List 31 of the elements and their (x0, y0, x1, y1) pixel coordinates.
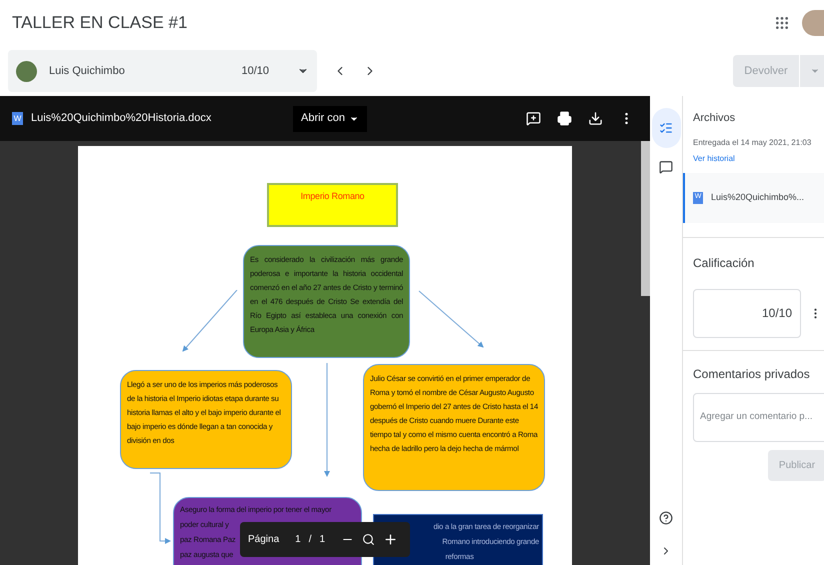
arrow (182, 290, 238, 352)
apps-icon[interactable] (774, 15, 790, 31)
page-separator: / (308, 533, 312, 547)
page-number: 1 (295, 533, 301, 547)
comments-heading: Comentarios privados (693, 366, 811, 382)
page-total: 1 (319, 533, 326, 547)
help-icon[interactable] (659, 511, 673, 525)
zoom-icon[interactable] (362, 533, 376, 546)
file-name: Luis%20Quichimbo%20Historia.docx (31, 111, 212, 126)
diagram-node: Imperio Romano (267, 183, 398, 227)
comment-field[interactable]: Agregar un comentario p... (693, 392, 824, 442)
arrow (418, 290, 484, 348)
files-heading: Archivos (693, 111, 736, 126)
arrow (150, 472, 171, 544)
history-link[interactable]: Ver historial (693, 152, 824, 164)
download-icon[interactable] (588, 111, 603, 126)
files-tab-icon[interactable] (652, 108, 680, 148)
scrollbar[interactable] (641, 141, 650, 296)
add-comment-icon[interactable] (526, 111, 541, 126)
submitted-date: Entregada el 14 may 2021, 21:03 (693, 136, 812, 148)
avatar-icon (16, 60, 37, 82)
student-selector[interactable]: Luis Quichimbo 10/10 (8, 50, 317, 92)
open-with-button[interactable]: Abrir con (293, 106, 368, 132)
comments-tab-icon[interactable] (659, 160, 673, 174)
grade-heading: Calificación (693, 254, 756, 272)
assignment-title: TALLER EN CLASE #1 (12, 12, 188, 34)
attachment-name: Luis%20Quichimbo%... (711, 190, 804, 204)
page-label: Página (248, 533, 280, 547)
word-file-icon: W (12, 112, 23, 125)
zoom-in-icon[interactable] (383, 532, 398, 547)
grade-field[interactable]: 10/10 (693, 288, 801, 338)
